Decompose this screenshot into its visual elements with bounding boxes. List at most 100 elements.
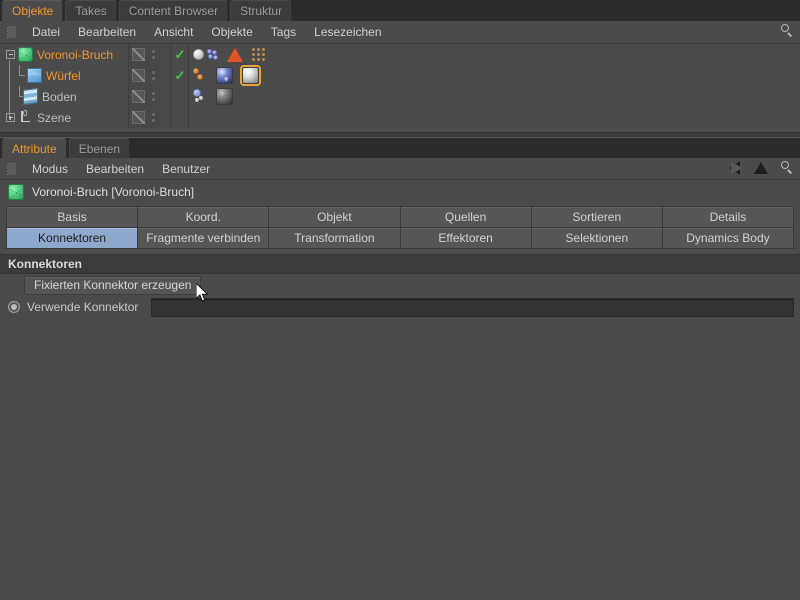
table-row[interactable]: Würfel ✓ <box>0 65 800 86</box>
magnifier-icon <box>780 24 794 38</box>
tab-struktur-label: Struktur <box>240 4 283 18</box>
layer-swatch-icon[interactable] <box>132 69 145 82</box>
layer-swatch-icon[interactable] <box>132 111 145 124</box>
dots-blue-tag-icon[interactable] <box>207 49 218 60</box>
object-visibility-toggles[interactable] <box>128 86 172 107</box>
tab-details[interactable]: Details <box>662 207 794 227</box>
object-enabled-check[interactable]: ✓ <box>172 44 188 65</box>
object-tree[interactable]: Voronoi-Bruch ✓ Würfel ✓ Boden 0 Szene <box>0 44 800 132</box>
tab-attribute[interactable]: Attribute <box>2 138 67 158</box>
table-row[interactable]: Boden <box>0 86 800 107</box>
tab-fragmente-verbinden[interactable]: Fragmente verbinden <box>138 228 270 248</box>
table-row[interactable]: 0 Szene <box>0 107 800 128</box>
layer-swatch-icon[interactable] <box>132 48 145 61</box>
triangle-red-tag-icon[interactable] <box>227 47 243 62</box>
attribute-manager-tabstrip: Attribute Ebenen <box>0 138 800 158</box>
cinema4d-window: Objekte Takes Content Browser Struktur D… <box>0 0 800 600</box>
tab-quellen[interactable]: Quellen <box>400 207 532 227</box>
table-row[interactable]: Voronoi-Bruch ✓ <box>0 44 800 65</box>
object-tags[interactable] <box>188 86 800 107</box>
menu-tags[interactable]: Tags <box>262 21 305 43</box>
visibility-dots-icon[interactable] <box>149 48 159 61</box>
layer-swatch-icon[interactable] <box>132 90 145 103</box>
tab-takes-label: Takes <box>75 4 107 18</box>
dynamics-body-tag-icon[interactable] <box>216 67 233 84</box>
material-sphere-dark-tag-icon[interactable] <box>216 88 233 105</box>
menu-objekte[interactable]: Objekte <box>202 21 261 43</box>
material-sphere-tag-icon[interactable] <box>242 67 259 84</box>
attribute-manager: Attribute Ebenen Modus Bearbeiten Benutz… <box>0 138 800 588</box>
object-label: Würfel <box>46 68 81 83</box>
page-title: Voronoi-Bruch [Voronoi-Bruch] <box>32 185 195 199</box>
object-visibility-toggles[interactable] <box>128 107 172 128</box>
tab-content-browser-label: Content Browser <box>128 4 219 18</box>
grid-dots-tag-icon[interactable] <box>252 47 268 62</box>
drag-grip-icon[interactable] <box>7 26 16 38</box>
object-name-cell[interactable]: Würfel <box>0 65 128 86</box>
scene-axis-icon: 0 <box>18 109 33 125</box>
attribute-tab-grid: Basis Koord. Objekt Quellen Sortieren De… <box>6 206 794 249</box>
attribute-nav-controls <box>729 161 794 175</box>
dots-mixed-tag-icon[interactable] <box>193 88 209 105</box>
attribute-manager-menubar: Modus Bearbeiten Benutzer <box>0 158 800 180</box>
tab-objekt[interactable]: Objekt <box>269 207 401 227</box>
tab-koord[interactable]: Koord. <box>138 207 270 227</box>
tab-dynamics-body[interactable]: Dynamics Body <box>662 228 794 248</box>
check-icon: ✓ <box>174 47 186 62</box>
object-name-cell[interactable]: Boden <box>0 86 128 107</box>
tree-elbow-icon <box>15 65 27 86</box>
object-enabled-check[interactable] <box>172 86 188 107</box>
up-arrow-icon[interactable] <box>754 162 768 174</box>
object-enabled-check[interactable] <box>172 107 188 128</box>
floor-icon <box>23 87 38 106</box>
menu-modus[interactable]: Modus <box>23 158 77 180</box>
forward-arrow-icon[interactable] <box>731 161 742 175</box>
tab-sortieren[interactable]: Sortieren <box>531 207 663 227</box>
phong-tag-icon[interactable] <box>193 49 204 60</box>
menu-bearbeiten[interactable]: Bearbeiten <box>77 158 153 180</box>
object-label: Boden <box>42 89 77 104</box>
object-tags[interactable] <box>188 65 800 86</box>
attribute-tab-row-1: Basis Koord. Objekt Quellen Sortieren De… <box>7 207 794 227</box>
object-tags[interactable] <box>188 44 800 65</box>
tab-selektionen[interactable]: Selektionen <box>531 228 663 248</box>
expander-plus-icon[interactable] <box>6 113 15 122</box>
visibility-dots-icon[interactable] <box>149 69 159 82</box>
tab-attribute-label: Attribute <box>12 141 57 156</box>
dots-orange-tag-icon[interactable] <box>193 67 209 84</box>
menu-lesezeichen[interactable]: Lesezeichen <box>305 21 390 43</box>
tab-transformation[interactable]: Transformation <box>269 228 401 248</box>
menu-bearbeiten[interactable]: Bearbeiten <box>69 21 145 43</box>
object-manager-search-button[interactable] <box>780 24 794 41</box>
object-enabled-check[interactable]: ✓ <box>172 65 188 86</box>
tab-konnektoren[interactable]: Konnektoren <box>7 228 139 248</box>
attribute-empty-area <box>0 318 800 588</box>
use-connector-link-field[interactable] <box>151 297 794 317</box>
tab-effektoren[interactable]: Effektoren <box>400 228 532 248</box>
object-visibility-toggles[interactable] <box>128 65 172 86</box>
menu-ansicht[interactable]: Ansicht <box>145 21 202 43</box>
object-tags[interactable] <box>188 107 800 128</box>
attribute-object-header: Voronoi-Bruch [Voronoi-Bruch] <box>0 180 800 204</box>
attribute-tab-row-2: Konnektoren Fragmente verbinden Transfor… <box>7 227 794 248</box>
tab-content-browser[interactable]: Content Browser <box>118 0 229 21</box>
tab-struktur[interactable]: Struktur <box>230 0 293 21</box>
visibility-dots-icon[interactable] <box>149 90 159 103</box>
use-connector-row: Verwende Konnektor <box>0 296 800 318</box>
expander-minus-icon[interactable] <box>6 50 15 59</box>
object-label: Szene <box>37 110 72 125</box>
tab-basis[interactable]: Basis <box>7 207 139 227</box>
tab-takes[interactable]: Takes <box>65 0 117 21</box>
magnifier-icon[interactable] <box>780 161 794 175</box>
use-connector-radio[interactable] <box>8 301 20 313</box>
object-name-cell[interactable]: Voronoi-Bruch <box>0 44 128 65</box>
menu-datei[interactable]: Datei <box>23 21 69 43</box>
drag-grip-icon[interactable] <box>7 162 16 175</box>
tab-objekte[interactable]: Objekte <box>2 0 64 21</box>
object-name-cell[interactable]: 0 Szene <box>0 107 128 128</box>
visibility-dots-icon[interactable] <box>149 111 159 124</box>
create-fixed-connector-button[interactable]: Fixierten Konnektor erzeugen <box>24 275 202 295</box>
menu-benutzer[interactable]: Benutzer <box>153 158 219 180</box>
object-visibility-toggles[interactable] <box>128 44 172 65</box>
tab-ebenen[interactable]: Ebenen <box>68 138 131 158</box>
